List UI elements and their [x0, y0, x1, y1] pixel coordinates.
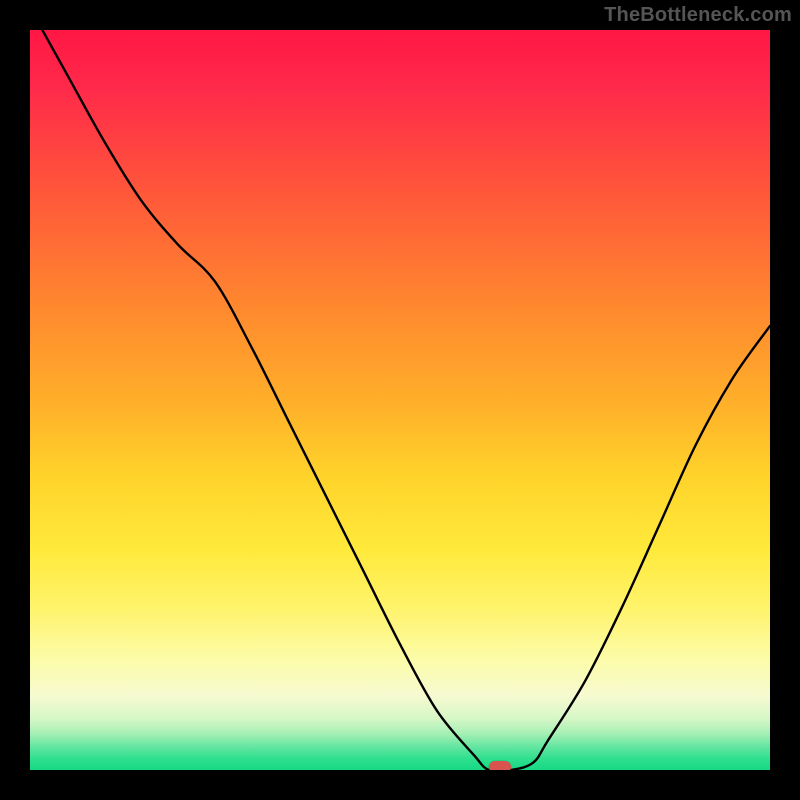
chart-frame: TheBottleneck.com [0, 0, 800, 800]
plot-area [30, 30, 770, 770]
optimum-marker [489, 761, 511, 770]
bottleneck-curve [30, 30, 770, 770]
watermark-text: TheBottleneck.com [604, 4, 792, 27]
